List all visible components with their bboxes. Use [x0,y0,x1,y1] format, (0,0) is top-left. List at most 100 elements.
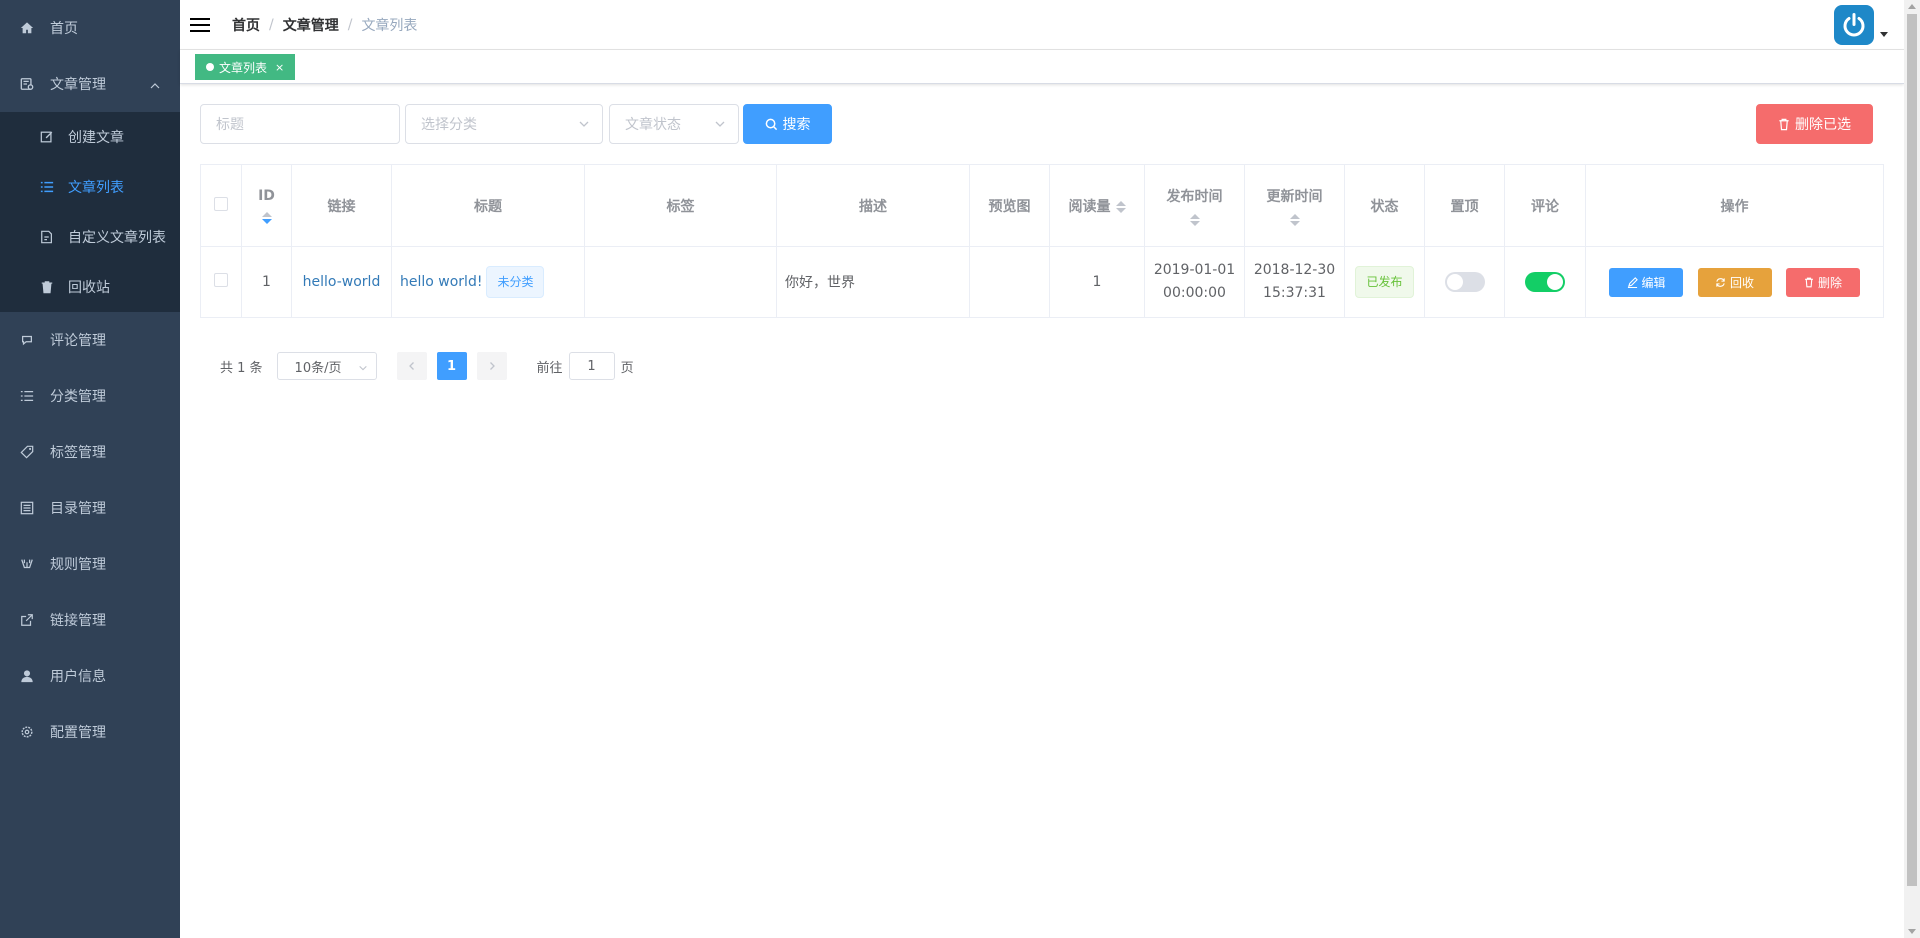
category-badge: 未分类 [486,266,545,298]
sort-icon[interactable] [261,211,272,224]
page-size-select[interactable]: 10条/页 [276,352,377,380]
column-header-link: 链接 [291,164,392,247]
column-header-description: 描述 [776,164,970,247]
prev-page-button[interactable] [396,352,427,380]
column-header-label: 阅读量 [1068,198,1111,215]
article-submenu: 创建文章 文章列表 自定义文章列表 回收站 [0,112,180,312]
sidebar-item-rules[interactable]: 规则管理 [0,536,180,592]
status-select[interactable]: 文章状态 [609,104,739,144]
cell-description: 你好，世界 [776,246,970,318]
power-icon [1843,13,1865,37]
edit-label: 编辑 [1641,275,1666,290]
sort-icon[interactable] [1189,213,1200,226]
chevron-up-icon [150,79,160,95]
article-link[interactable]: hello-world [303,274,381,290]
scroll-down-icon[interactable] [1908,929,1916,934]
vertical-scrollbar[interactable] [1904,0,1920,938]
sidebar-item-article-list[interactable]: 文章列表 [0,162,180,212]
select-all-checkbox[interactable] [214,196,228,211]
top-toggle[interactable] [1444,272,1485,292]
delete-button[interactable]: 删除 [1785,267,1860,297]
updated-date: 2018-12-30 [1253,262,1336,278]
column-header-top: 置顶 [1424,164,1505,247]
delete-selected-button[interactable]: 删除已选 [1756,104,1873,144]
sidebar-item-settings[interactable]: 配置管理 [0,704,180,760]
hamburger-icon[interactable] [190,15,210,35]
breadcrumb-separator: / [269,16,274,33]
column-header-label: ID [258,187,275,204]
delete-selected-label: 删除已选 [1795,117,1851,133]
cell-tags [584,246,777,318]
tab-article-list[interactable]: 文章列表 × [195,54,296,80]
column-header-updated[interactable]: 更新时间 [1244,164,1345,247]
article-title-link[interactable]: hello world! [400,274,482,290]
category-select[interactable]: 选择分类 [405,104,603,144]
cell-updated: 2018-12-30 15:37:31 [1244,246,1345,318]
trash-icon [40,280,54,294]
close-icon[interactable]: × [275,61,284,74]
sidebar-item-label: 首页 [50,21,78,37]
breadcrumb-home[interactable]: 首页 [232,15,260,35]
page-size-value: 10条/页 [294,360,342,376]
column-header-views[interactable]: 阅读量 [1049,164,1145,247]
sidebar-item-home[interactable]: 首页 [0,0,180,56]
sidebar-item-label: 自定义文章列表 [68,230,166,246]
sidebar-item-categories[interactable]: 分类管理 [0,368,180,424]
navbar: 首页 / 文章管理 / 文章列表 [180,0,1904,50]
article-icon [20,77,34,91]
category-placeholder: 选择分类 [421,117,477,133]
cell-comments [1504,246,1586,318]
column-header-id[interactable]: ID [241,164,292,247]
page-number-button[interactable]: 1 [436,352,467,380]
comment-icon [20,333,34,347]
scrollbar-thumb[interactable] [1907,14,1917,886]
sidebar-item-tags[interactable]: 标签管理 [0,424,180,480]
table-row: 1 hello-world hello world! 未分类 你好，世界 1 20… [200,246,1884,318]
user-icon [20,669,34,683]
sidebar-item-article[interactable]: 文章管理 [0,56,180,112]
tab-label: 文章列表 [219,60,268,75]
sidebar-item-user-info[interactable]: 用户信息 [0,648,180,704]
updated-time: 15:37:31 [1263,285,1326,301]
caret-down-icon[interactable] [1880,32,1888,37]
sidebar-item-recycle-bin[interactable]: 回收站 [0,262,180,312]
cell-preview [969,246,1050,318]
sidebar-item-label: 标签管理 [50,445,106,461]
delete-label: 删除 [1817,275,1842,290]
goto-label: 前往 [536,360,563,376]
cell-title: hello world! 未分类 [391,246,585,318]
sidebar-item-links[interactable]: 链接管理 [0,592,180,648]
breadcrumb-separator: / [347,16,353,33]
avatar[interactable] [1834,5,1874,45]
sidebar-item-custom-article-list[interactable]: 自定义文章列表 [0,212,180,262]
chevron-left-icon [408,362,414,370]
sidebar-item-comments[interactable]: 评论管理 [0,312,180,368]
sidebar-item-create-article[interactable]: 创建文章 [0,112,180,162]
column-header-published[interactable]: 发布时间 [1144,164,1245,247]
table-header-row: ID 链接 标题 标签 描述 预览图 阅读量 发布时间 更新时间 状态 置顶 评… [200,164,1884,247]
next-page-button[interactable] [476,352,507,380]
sidebar-item-catalog[interactable]: 目录管理 [0,480,180,536]
catalog-icon [20,501,34,515]
recycle-button[interactable]: 回收 [1697,267,1772,297]
status-placeholder: 文章状态 [625,117,681,133]
sort-icon[interactable] [1289,213,1300,226]
title-input[interactable]: 标题 [200,104,400,144]
scroll-up-icon[interactable] [1908,4,1916,9]
active-dot-icon [206,63,214,71]
cell-id: 1 [241,246,292,318]
goto-page-input[interactable]: 1 [568,352,615,380]
sidebar-item-label: 分类管理 [50,389,106,405]
sort-icon[interactable] [1115,200,1126,213]
pagination-total: 共 1 条 [220,360,263,376]
breadcrumb-article-management[interactable]: 文章管理 [283,15,339,35]
comments-toggle[interactable] [1525,272,1565,292]
trash-icon [1779,118,1789,130]
cell-status: 已发布 [1344,246,1425,318]
search-button[interactable]: 搜索 [743,104,832,144]
chevron-right-icon [489,362,495,370]
column-header-tags: 标签 [584,164,777,247]
row-checkbox[interactable] [214,273,228,287]
status-badge: 已发布 [1355,266,1414,298]
edit-button[interactable]: 编辑 [1609,267,1684,297]
